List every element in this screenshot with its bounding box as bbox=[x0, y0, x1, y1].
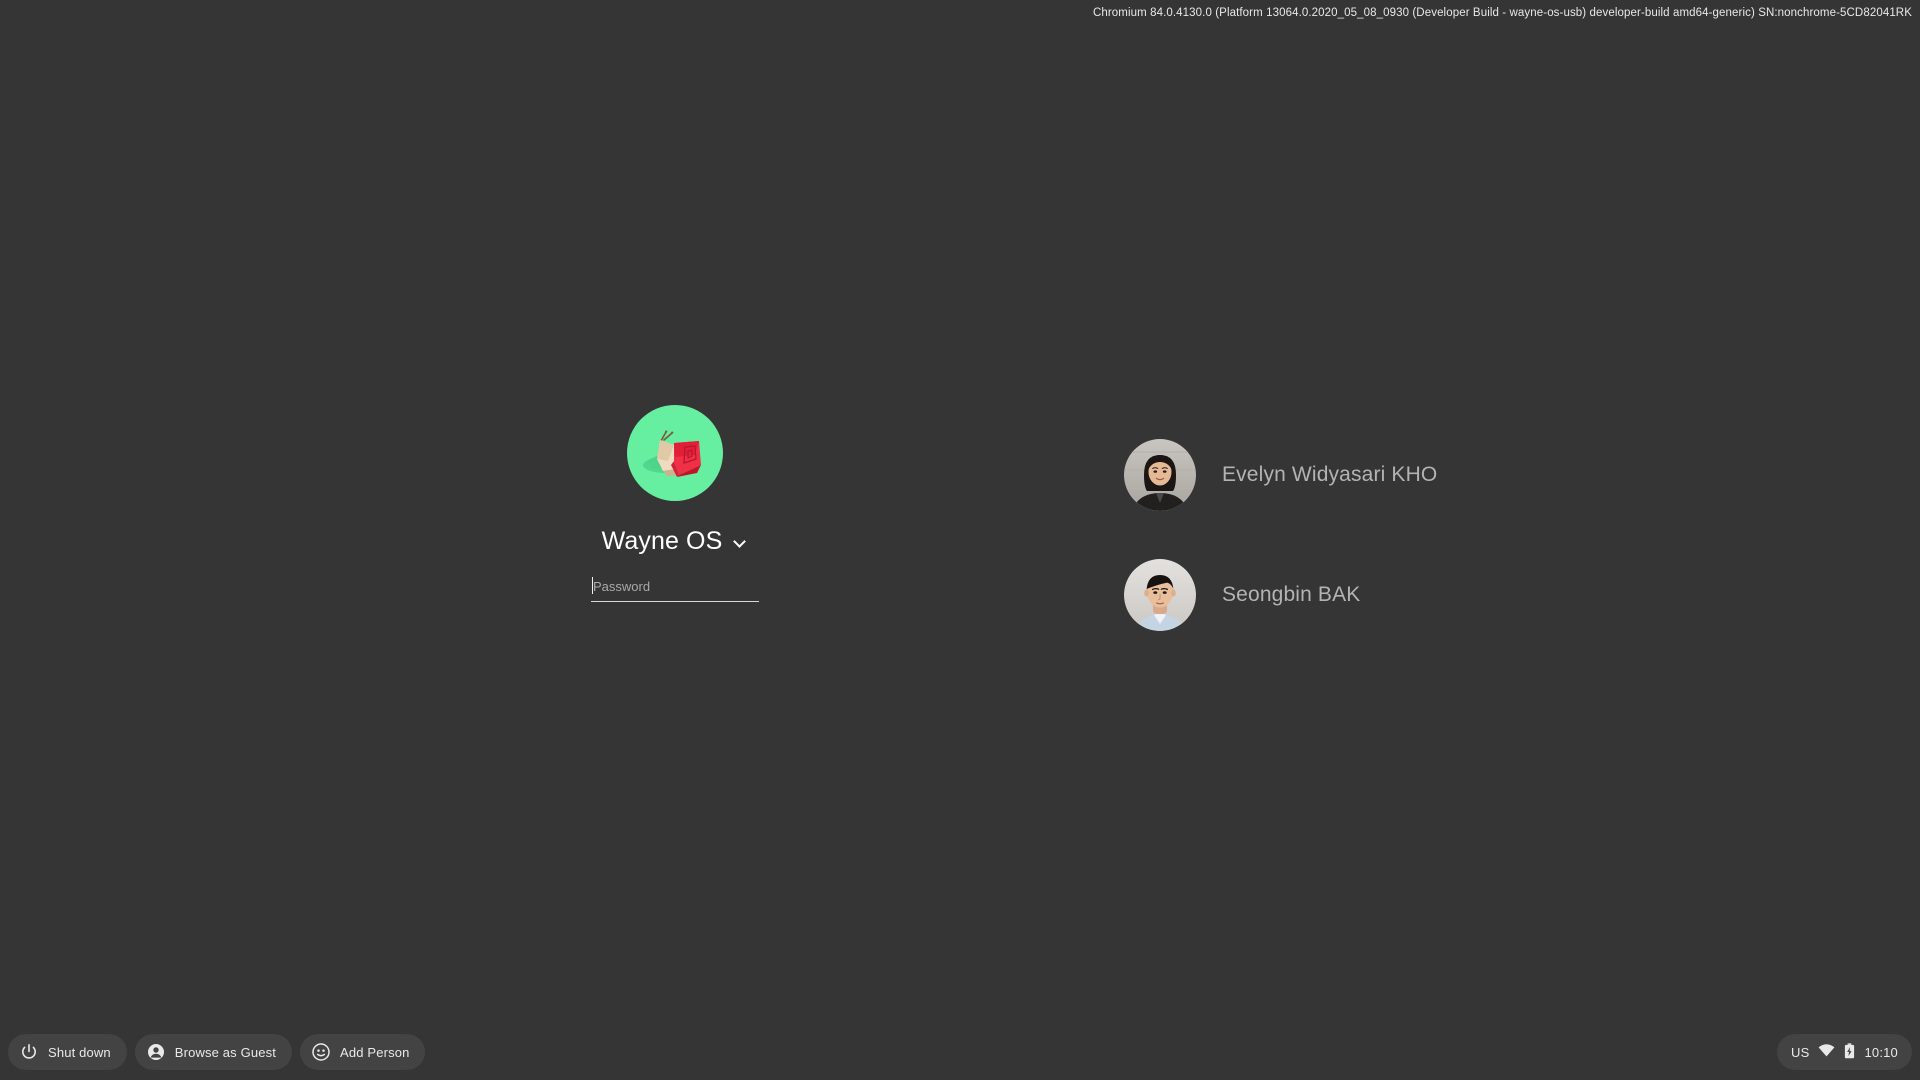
text-caret bbox=[592, 577, 593, 594]
login-screen: Chromium 84.0.4130.0 (Platform 13064.0.2… bbox=[0, 0, 1920, 1080]
power-icon bbox=[20, 1043, 38, 1061]
user-name-dropdown[interactable]: Wayne OS bbox=[602, 529, 749, 554]
keyboard-layout-indicator[interactable]: US bbox=[1791, 1046, 1809, 1059]
other-users-list: Evelyn Widyasari KHO Seongbin BAK bbox=[1120, 435, 1447, 635]
clock[interactable]: 10:10 bbox=[1864, 1046, 1898, 1059]
add-person-button[interactable]: Add Person bbox=[300, 1034, 426, 1070]
status-tray-wrapper: US 10:10 bbox=[1776, 1034, 1912, 1070]
chevron-down-icon[interactable] bbox=[734, 537, 748, 546]
password-input[interactable] bbox=[591, 576, 759, 602]
avatar bbox=[1124, 559, 1196, 631]
login-stage: Wayne OS Evelyn Widyasari KHO Seongbin B… bbox=[0, 0, 1920, 1080]
status-tray[interactable]: US 10:10 bbox=[1776, 1034, 1912, 1070]
browse-as-guest-label: Browse as Guest bbox=[174, 1044, 277, 1060]
primary-user-pod[interactable]: Wayne OS bbox=[575, 405, 775, 602]
wifi-icon[interactable] bbox=[1818, 1044, 1835, 1060]
list-item[interactable]: Evelyn Widyasari KHO bbox=[1120, 435, 1447, 515]
shut-down-label: Shut down bbox=[48, 1044, 111, 1060]
page-title: Wayne OS bbox=[601, 527, 723, 555]
avatar bbox=[1124, 439, 1196, 511]
battery-charging-icon[interactable] bbox=[1844, 1042, 1855, 1062]
add-person-label: Add Person bbox=[340, 1044, 410, 1060]
origami-snail-avatar bbox=[627, 405, 723, 501]
add-person-icon bbox=[312, 1043, 330, 1061]
shelf-actions: Shut down Browse as Guest Add Person bbox=[8, 1034, 426, 1070]
list-item[interactable]: Seongbin BAK bbox=[1120, 555, 1447, 635]
user-name-label: Seongbin BAK bbox=[1222, 583, 1361, 606]
person-icon bbox=[147, 1043, 165, 1061]
shut-down-button[interactable]: Shut down bbox=[8, 1034, 127, 1070]
user-name-label: Evelyn Widyasari KHO bbox=[1222, 463, 1438, 486]
password-field-wrapper[interactable] bbox=[591, 576, 759, 602]
browse-as-guest-button[interactable]: Browse as Guest bbox=[134, 1034, 293, 1070]
